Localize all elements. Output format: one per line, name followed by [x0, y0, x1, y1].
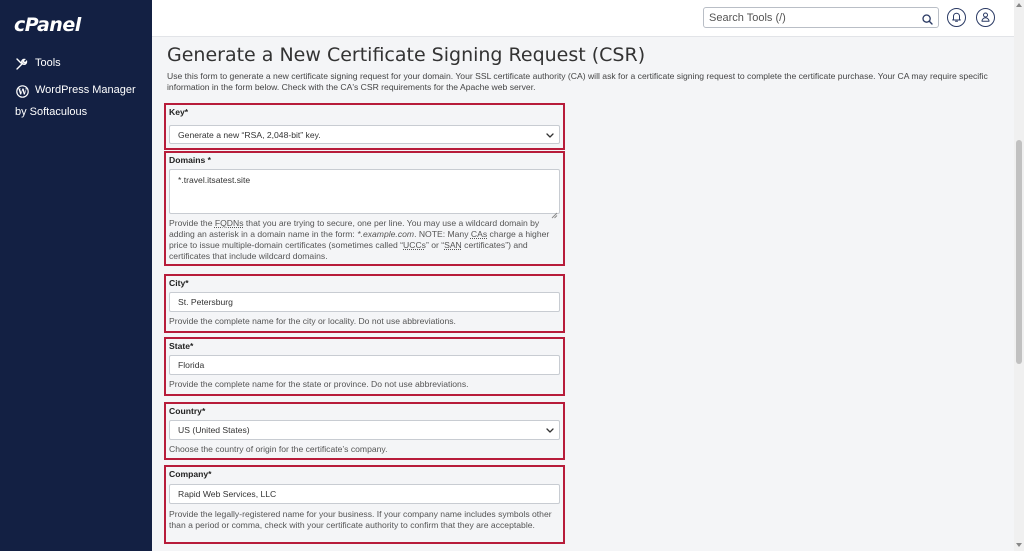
key-label: Key* [169, 107, 189, 117]
cpanel-logo[interactable]: cPanel [14, 14, 81, 36]
sidebar-item-label: Tools [35, 57, 61, 69]
tools-icon [15, 57, 29, 71]
page-title: Generate a New Certificate Signing Reque… [167, 44, 646, 66]
main-content: Generate a New Certificate Signing Reque… [152, 37, 1014, 551]
sidebar-item-tools[interactable]: Tools [15, 57, 61, 71]
state-input[interactable] [169, 355, 560, 375]
country-select-value: US (United States) [178, 425, 250, 435]
state-field-group: State* Provide the complete name for the… [164, 337, 565, 396]
chevron-down-icon [546, 425, 554, 435]
company-help-text: Provide the legally-registered name for … [169, 509, 552, 530]
key-select-value: Generate a new “RSA, 2,048-bit” key. [178, 129, 321, 140]
page-intro: Use this form to generate a new certific… [167, 71, 988, 92]
company-label: Company* [169, 469, 212, 479]
wordpress-icon: W [15, 84, 29, 98]
search-input[interactable] [704, 8, 909, 28]
scroll-up-arrow-icon[interactable] [1014, 0, 1024, 10]
fqdn-abbreviation: FQDNs [214, 218, 244, 228]
key-field-group: Key* Generate a new “RSA, 2,048-bit” key… [164, 103, 565, 150]
page-scrollbar[interactable] [1014, 0, 1024, 551]
domains-help-text: Provide the FQDNs that you are trying to… [169, 218, 550, 261]
sidebar-item-wordpress-manager[interactable]: W WordPress Manager [15, 84, 136, 98]
san-abbreviation: SAN [444, 240, 462, 250]
company-input[interactable] [169, 484, 560, 504]
city-field-group: City* Provide the complete name for the … [164, 274, 565, 333]
country-help-text: Choose the country of origin for the cer… [169, 444, 388, 454]
scrollbar-thumb[interactable] [1016, 140, 1022, 364]
country-field-group: Country* US (United States) Choose the c… [164, 402, 565, 460]
city-help-text: Provide the complete name for the city o… [169, 316, 456, 326]
top-bar [152, 0, 1014, 37]
search-icon[interactable] [922, 12, 933, 30]
domains-field-group: Domains * *.travel.itsatest.site Provide… [164, 151, 565, 266]
city-input[interactable] [169, 292, 560, 312]
ucc-abbreviation: UCCs [403, 240, 426, 250]
notifications-button[interactable] [947, 8, 966, 27]
sidebar-item-label: WordPress Manager [35, 84, 136, 96]
city-label: City* [169, 278, 189, 288]
domains-label: Domains * [169, 155, 212, 165]
chevron-down-icon [546, 130, 554, 140]
key-select[interactable]: Generate a new “RSA, 2,048-bit” key. [169, 125, 560, 144]
sidebar-item-sublabel: by Softaculous [15, 106, 88, 118]
state-label: State* [169, 341, 194, 351]
search-box [703, 7, 939, 28]
domains-textarea[interactable]: *.travel.itsatest.site [169, 169, 560, 214]
user-menu-button[interactable] [976, 8, 995, 27]
country-select[interactable]: US (United States) [169, 420, 560, 440]
sidebar: cPanel Tools W WordPress Manager by Soft… [0, 0, 152, 551]
user-icon [981, 9, 990, 27]
country-label: Country* [169, 406, 206, 416]
company-field-group: Company* Provide the legally-registered … [164, 465, 565, 544]
state-help-text: Provide the complete name for the state … [169, 379, 469, 389]
scroll-down-arrow-icon[interactable] [1014, 540, 1024, 550]
ca-abbreviation: CAs [470, 229, 488, 239]
bell-icon [952, 9, 961, 27]
svg-text:W: W [17, 86, 28, 96]
